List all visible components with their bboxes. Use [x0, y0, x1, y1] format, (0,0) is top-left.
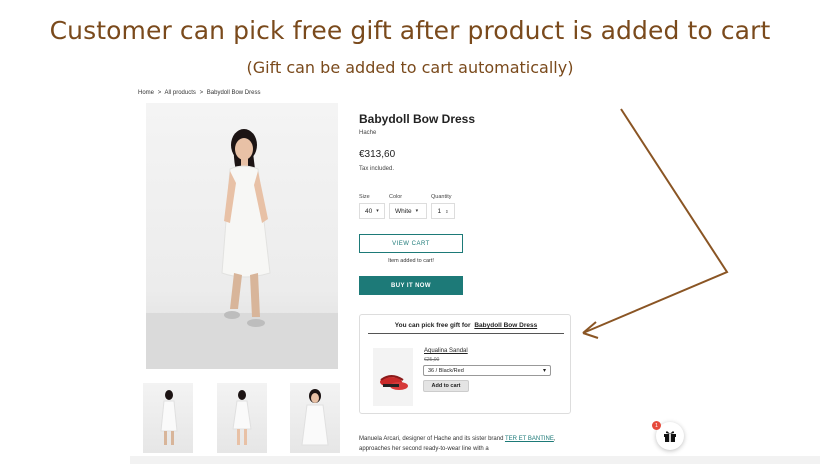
- caret-down-icon: ▾: [542, 368, 546, 374]
- quantity-label: Quantity: [431, 194, 452, 200]
- color-value: White: [395, 207, 412, 215]
- color-label: Color: [389, 194, 403, 200]
- product-main-image[interactable]: [146, 103, 338, 369]
- breadcrumb-separator: >: [157, 90, 162, 96]
- gift-product-name[interactable]: Aqualina Sandal: [424, 348, 468, 354]
- breadcrumb-separator: >: [199, 90, 204, 96]
- product-description: Manuela Arcari, designer of Hache and it…: [359, 434, 559, 454]
- product-thumbnail[interactable]: [217, 383, 267, 453]
- product-vendor: Hache: [359, 130, 377, 136]
- headline: Customer can pick free gift after produc…: [49, 16, 771, 45]
- tax-note: Tax included.: [359, 166, 395, 172]
- size-select[interactable]: 40 ▾: [359, 203, 385, 219]
- free-gift-product-link[interactable]: Babydoll Bow Dress: [474, 322, 537, 329]
- subheadline: (Gift can be added to cart automatically…: [246, 58, 574, 77]
- gift-variant-select[interactable]: 36 / Black/Red ▾: [423, 365, 551, 376]
- caret-down-icon: ▾: [415, 208, 419, 214]
- free-gift-heading-text: You can pick free gift for: [394, 322, 471, 329]
- free-gift-heading: You can pick free gift for Babydoll Bow …: [368, 322, 564, 334]
- quantity-value: 1: [437, 207, 442, 215]
- product-title: Babydoll Bow Dress: [359, 112, 476, 126]
- free-gift-panel: You can pick free gift for Babydoll Bow …: [359, 314, 571, 414]
- view-cart-button[interactable]: VIEW CART: [359, 234, 463, 253]
- gift-count-badge: 1: [652, 421, 661, 430]
- quantity-input[interactable]: 1 ⇕: [431, 203, 455, 219]
- gift-variant-value: 36 / Black/Red: [428, 367, 464, 374]
- product-price: €313,60: [359, 149, 396, 160]
- breadcrumb: Home > All products > Babydoll Bow Dress: [138, 90, 262, 96]
- stepper-icon: ⇕: [445, 208, 449, 214]
- added-to-cart-message: Item added to cart!: [388, 258, 434, 264]
- gift-original-price: €25,00: [424, 357, 440, 363]
- gift-icon: [664, 431, 676, 442]
- model-illustration: [146, 129, 338, 369]
- size-value: 40: [365, 207, 373, 215]
- breadcrumb-home[interactable]: Home: [138, 90, 154, 96]
- thumbnail-illustration: [160, 390, 178, 445]
- brand-link[interactable]: TER ET BANTINE: [505, 436, 554, 442]
- product-thumbnail[interactable]: [143, 383, 193, 453]
- thumbnail-illustration: [232, 390, 252, 445]
- description-text: Manuela Arcari, designer of Hache and it…: [359, 436, 505, 442]
- color-select[interactable]: White ▾: [389, 203, 427, 219]
- buy-it-now-button[interactable]: BUY IT NOW: [359, 276, 463, 295]
- thumbnail-illustration: [301, 389, 329, 446]
- breadcrumb-all-products[interactable]: All products: [165, 90, 196, 96]
- sandal-illustration: [380, 375, 408, 390]
- caret-down-icon: ▾: [376, 208, 379, 214]
- gift-add-to-cart-button[interactable]: Add to cart: [423, 380, 469, 392]
- gift-product-image[interactable]: [373, 348, 413, 406]
- product-thumbnail[interactable]: [290, 383, 340, 453]
- size-label: Size: [359, 194, 370, 200]
- breadcrumb-current: Babydoll Bow Dress: [206, 90, 261, 96]
- bottom-scroll-edge: [130, 456, 820, 464]
